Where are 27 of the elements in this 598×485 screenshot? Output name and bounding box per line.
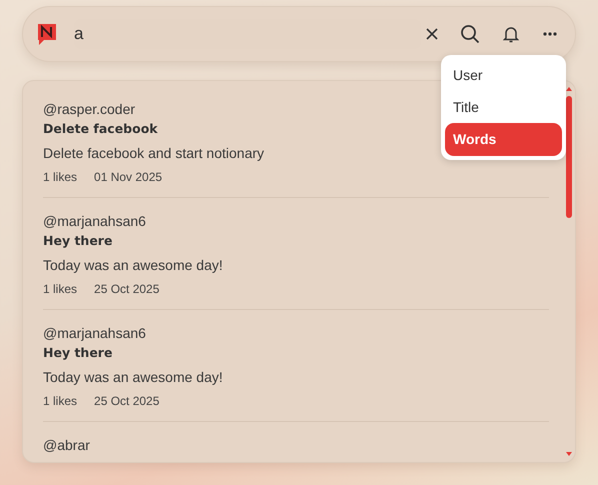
post-author: @marjanahsan6 — [43, 324, 146, 343]
search-button[interactable] — [458, 22, 482, 46]
close-icon — [425, 27, 439, 41]
likes-count: 1 likes — [43, 169, 78, 185]
scroll-up-icon[interactable] — [566, 87, 572, 91]
likes-count: 1 likes — [43, 281, 78, 297]
post-author: @rasper.coder — [43, 100, 136, 119]
post-title: Hey there — [43, 344, 112, 362]
post-title: Hey there — [43, 232, 112, 250]
more-icon — [543, 32, 557, 36]
post-date: 25 Oct 2025 — [94, 393, 160, 409]
post-author: @marjanahsan6 — [43, 212, 146, 231]
logo-icon — [36, 22, 58, 46]
post-author: @abrar — [43, 436, 90, 455]
search-bar[interactable]: a — [22, 6, 576, 62]
filter-option[interactable]: User — [445, 59, 562, 91]
post-body: Today was an awesome day! — [43, 256, 223, 275]
post-body: Today was an awesome day! — [43, 368, 223, 387]
scroll-down-icon[interactable] — [566, 452, 572, 456]
post-date: 01 Nov 2025 — [94, 169, 162, 185]
likes-count: 1 likes — [43, 393, 78, 409]
scrollbar-thumb[interactable] — [566, 96, 572, 218]
post-body: Delete facebook and start notionary — [43, 144, 264, 163]
filter-option[interactable]: Title — [445, 91, 562, 123]
filter-option[interactable]: Words — [445, 123, 562, 156]
post-date: 25 Oct 2025 — [94, 281, 160, 297]
post-title: Delete facebook — [43, 120, 158, 138]
